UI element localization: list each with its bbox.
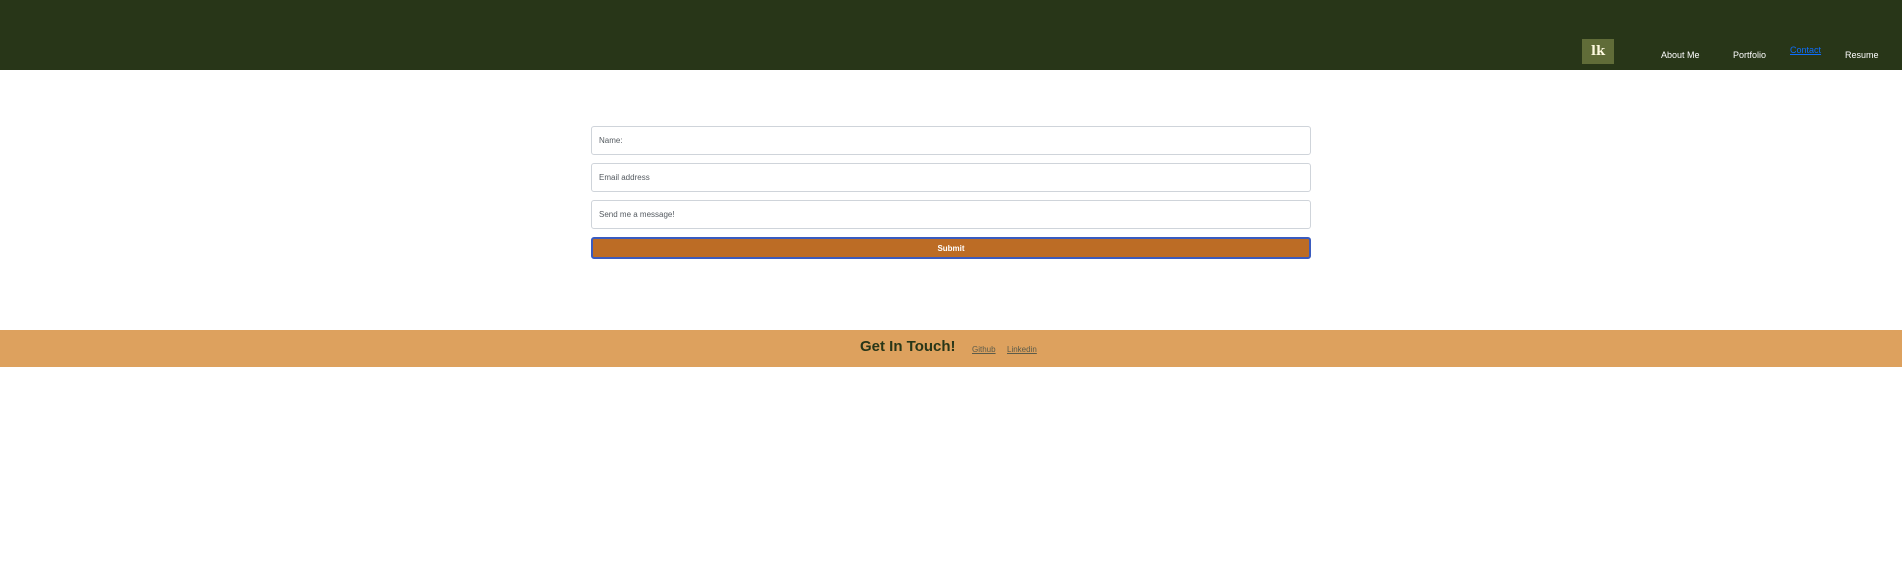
nav-link-resume[interactable]: Resume — [1845, 50, 1879, 60]
nav-link-contact[interactable]: Contact — [1790, 45, 1821, 55]
footer: Get In Touch! Github Linkedin — [0, 330, 1902, 367]
contact-form: Submit — [591, 126, 1311, 259]
nav-link-about[interactable]: About Me — [1661, 50, 1700, 60]
message-input[interactable] — [591, 200, 1311, 229]
nav-link-portfolio[interactable]: Portfolio — [1733, 50, 1766, 60]
navbar: lk About Me Portfolio Contact Resume — [0, 0, 1902, 70]
name-input[interactable] — [591, 126, 1311, 155]
email-input[interactable] — [591, 163, 1311, 192]
linkedin-link[interactable]: Linkedin — [1007, 345, 1037, 354]
github-link[interactable]: Github — [972, 345, 996, 354]
submit-button[interactable]: Submit — [591, 237, 1311, 259]
footer-title: Get In Touch! — [860, 338, 956, 355]
site-logo[interactable]: lk — [1582, 39, 1614, 64]
